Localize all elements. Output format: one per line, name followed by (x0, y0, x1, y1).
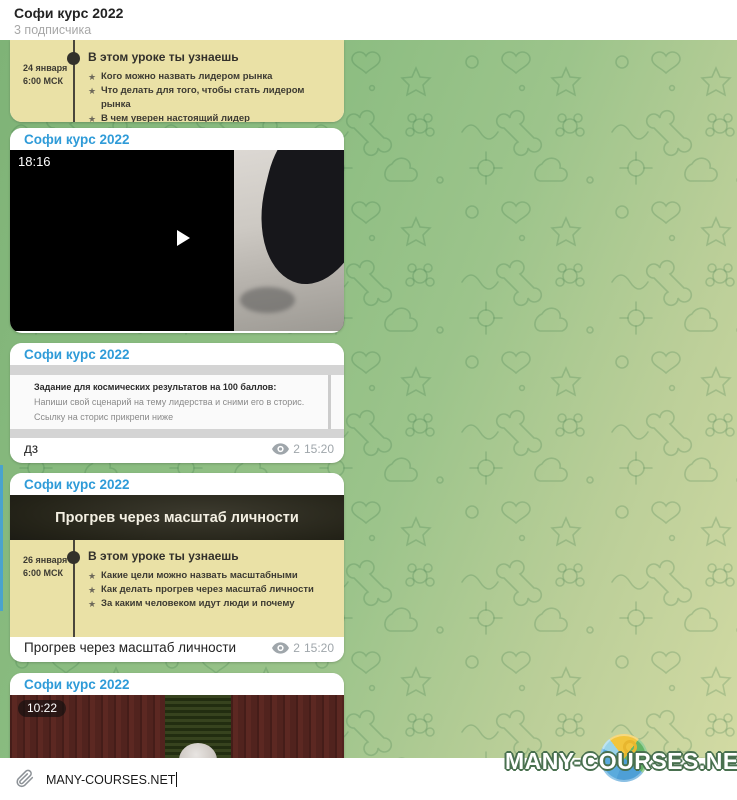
video2-window (165, 695, 231, 758)
video1-photo (234, 150, 344, 331)
doc-line: Ссылку на сторис прикрепи ниже (34, 410, 314, 425)
video2-thumbnail[interactable]: 10:22 (10, 695, 344, 758)
lesson1-heading: В этом уроке ты узнаешь (88, 50, 336, 64)
lesson1-card: 24 января 6:00 МСК В этом уроке ты узнае… (10, 40, 344, 122)
doc-scrollbar (328, 375, 331, 429)
channel-link[interactable]: Софи курс 2022 (10, 343, 344, 365)
banner-title: Прогрев через масштаб личности (55, 510, 299, 526)
views-eye-icon (272, 443, 289, 455)
message-caption: Прогрев через масштаб личности (24, 640, 236, 655)
time-label: 6:00 МСК (23, 567, 71, 580)
lesson2-heading: В этом уроке ты узнаешь (88, 549, 336, 563)
lesson1-bullet: ★Кого можно назвать лидером рынка (88, 70, 336, 84)
channel-link[interactable]: Софи курс 2022 (10, 473, 344, 495)
doc-line: Напиши свой сценарий на тему лидерства и… (34, 395, 314, 410)
lesson1-date: 24 января 6:00 МСК (23, 62, 71, 88)
video-duration: 18:16 (18, 154, 51, 169)
star-icon: ★ (88, 84, 96, 98)
chat-header[interactable]: Софи курс 2022 3 подписчика (0, 0, 737, 40)
time-label: 6:00 МСК (23, 75, 71, 88)
views-eye-icon (272, 642, 289, 654)
date-label: 26 января (23, 554, 71, 567)
channel-title: Софи курс 2022 (14, 4, 737, 22)
video1-figure (245, 150, 344, 295)
video-duration-badge: 10:22 (18, 700, 66, 717)
play-icon[interactable] (177, 230, 190, 246)
message-video2[interactable]: Софи курс 2022 10:22 (10, 673, 344, 760)
star-icon: ★ (88, 597, 96, 611)
input-value: MANY-COURSES.NET (46, 773, 175, 787)
lesson2-date: 26 января 6:00 МСК (23, 554, 71, 580)
left-accent-bar (0, 465, 3, 611)
homework-image[interactable]: Задание для космических результатов на 1… (10, 365, 344, 438)
channel-link[interactable]: Софи курс 2022 (10, 128, 344, 150)
message-time: 15:20 (304, 442, 334, 456)
star-icon: ★ (88, 70, 96, 84)
message-time: 15:20 (304, 641, 334, 655)
views-count: 2 (293, 641, 300, 655)
lesson2-bullet: ★За каким человеком идут люди и почему (88, 597, 336, 611)
message-homework[interactable]: Софи курс 2022 Задание для космических р… (10, 343, 344, 463)
message-meta: 2 15:20 (272, 641, 334, 655)
message-input[interactable]: MANY-COURSES.NET (46, 772, 177, 787)
views-count: 2 (293, 442, 300, 456)
doc-title: Задание для космических результатов на 1… (34, 380, 314, 395)
date-label: 24 января (23, 62, 71, 75)
text-caret (176, 772, 177, 787)
paperclip-icon[interactable] (14, 768, 36, 790)
star-icon: ★ (88, 112, 96, 122)
star-icon: ★ (88, 583, 96, 597)
message-video1[interactable]: Софи курс 2022 18:16 (10, 128, 344, 333)
doc-strip (10, 365, 344, 375)
lesson1-bullet: ★В чем уверен настоящий лидер (88, 112, 336, 122)
subscriber-count: 3 подписчика (14, 22, 737, 38)
star-icon: ★ (88, 569, 96, 583)
doc-strip (10, 429, 344, 438)
message-lesson1[interactable]: 24 января 6:00 МСК В этом уроке ты узнае… (10, 40, 344, 122)
composer-bar[interactable]: MANY-COURSES.NET (0, 758, 737, 800)
lesson1-bullet: ★Что делать для того, чтобы стать лидеро… (88, 84, 336, 112)
video1-shadow (240, 287, 295, 313)
lesson2-banner: Прогрев через масштаб личности (10, 495, 344, 540)
message-meta: 2 15:20 (272, 442, 334, 456)
lesson2-card: 26 января 6:00 МСК В этом уроке ты узнае… (10, 540, 344, 637)
message-lesson2[interactable]: Софи курс 2022 Прогрев через масштаб лич… (10, 473, 344, 662)
video1-thumbnail[interactable]: 18:16 (10, 150, 344, 331)
channel-link[interactable]: Софи курс 2022 (10, 673, 344, 695)
lesson2-bullet: ★Какие цели можно назвать масштабными (88, 569, 336, 583)
lesson2-bullet: ★Как делать прогрев через масштаб личнос… (88, 583, 336, 597)
message-caption: дз (24, 441, 38, 456)
